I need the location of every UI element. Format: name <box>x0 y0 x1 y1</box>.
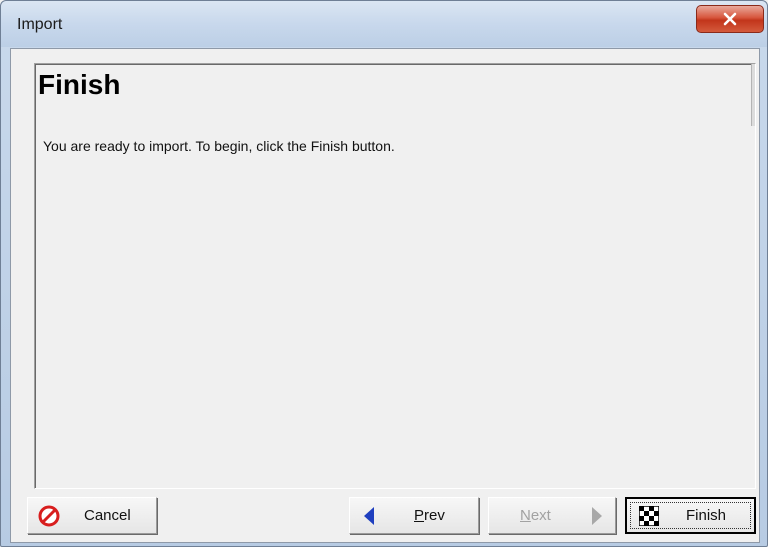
cancel-icon <box>37 504 61 528</box>
dialog-body: Finish You are ready to import. To begin… <box>10 48 760 543</box>
close-button[interactable] <box>696 5 764 33</box>
finish-button[interactable]: Finish <box>625 497 756 534</box>
window-title: Import <box>17 16 63 33</box>
prev-label: Prev <box>414 507 445 524</box>
finish-label: Finish <box>686 507 727 524</box>
panel-border <box>35 64 755 488</box>
right-arrow-icon <box>588 505 606 527</box>
prev-button[interactable]: Prev <box>349 497 479 534</box>
title-bar[interactable]: Import <box>1 1 767 47</box>
page-description: You are ready to import. To begin, click… <box>43 138 395 154</box>
page-title: Finish <box>38 69 121 100</box>
wizard-page-panel: Finish You are ready to import. To begin… <box>34 63 756 489</box>
checkered-flag-icon <box>638 505 660 527</box>
left-arrow-icon <box>360 505 378 527</box>
cancel-label: Cancel <box>84 507 131 524</box>
cancel-button[interactable]: Cancel <box>27 497 157 534</box>
next-label: Next <box>520 507 551 524</box>
panel-scrollbar-edge[interactable] <box>751 64 755 126</box>
import-dialog-window: Import Finish You are ready to import. T… <box>0 0 768 547</box>
close-icon <box>722 12 738 26</box>
next-button[interactable]: Next <box>488 497 616 534</box>
